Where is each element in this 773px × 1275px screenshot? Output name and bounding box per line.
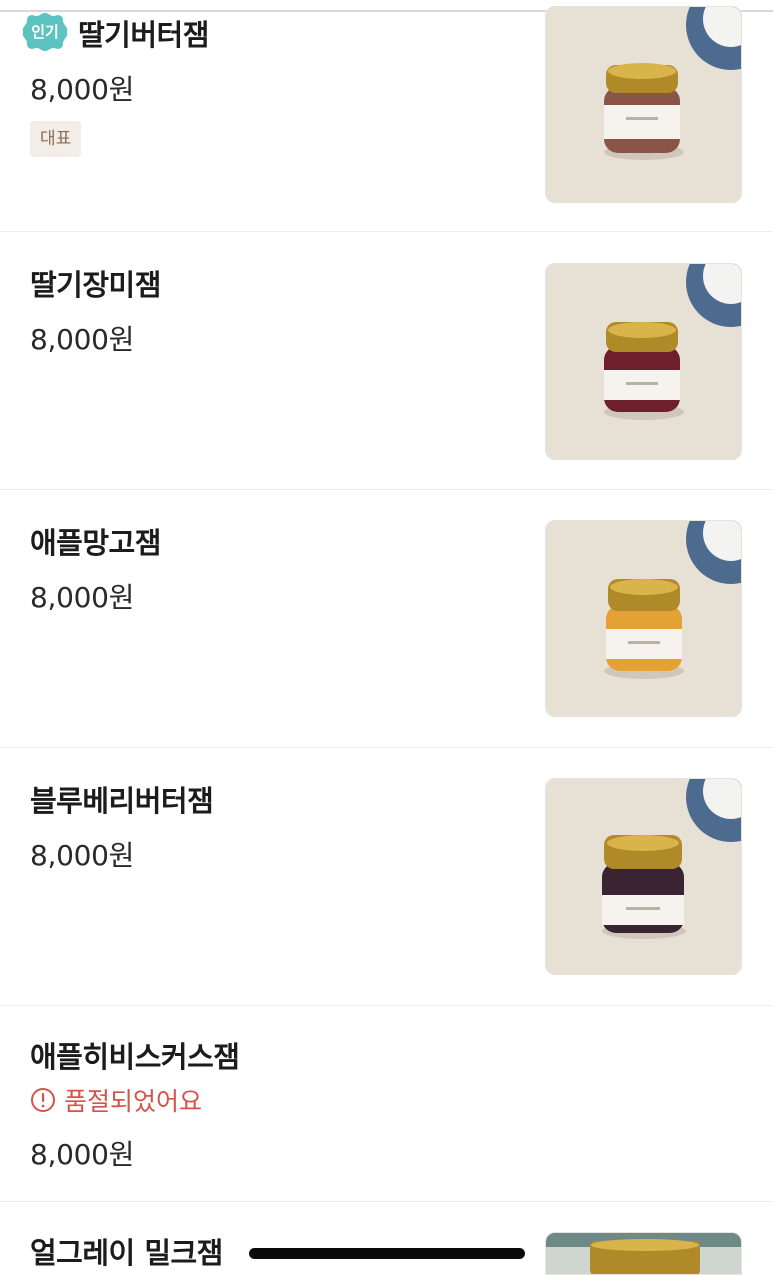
jam-jar-image bbox=[546, 779, 741, 974]
menu-item[interactable]: 애플히비스커스잼 품절되었어요 8,000원 bbox=[0, 1006, 773, 1202]
popular-badge-label: 인기 bbox=[31, 23, 59, 41]
menu-item[interactable]: 딸기장미잼 8,000원 bbox=[0, 232, 773, 490]
menu-item[interactable]: 블루베리버터잼 8,000원 bbox=[0, 748, 773, 1006]
item-thumbnail[interactable] bbox=[545, 263, 742, 460]
item-price: 8,000원 bbox=[30, 73, 135, 106]
popular-badge: 인기 bbox=[22, 12, 68, 52]
jam-jar-image bbox=[546, 264, 741, 459]
sold-out-label: 품절되었어요 bbox=[64, 1087, 203, 1116]
jam-jar-image bbox=[546, 521, 741, 716]
item-price: 8,000원 bbox=[30, 581, 135, 614]
item-name: 애플히비스커스잼 bbox=[30, 1040, 240, 1074]
alert-circle-icon bbox=[31, 1088, 55, 1112]
item-price: 8,000원 bbox=[30, 323, 135, 356]
menu-item[interactable]: 애플망고잼 8,000원 bbox=[0, 490, 773, 748]
item-thumbnail[interactable] bbox=[545, 520, 742, 717]
item-thumbnail[interactable] bbox=[545, 778, 742, 975]
sold-out-status: 품절되었어요 bbox=[30, 1082, 202, 1118]
item-name: 얼그레이 밀크잼 bbox=[30, 1236, 223, 1270]
item-name: 딸기버터잼 bbox=[78, 18, 209, 52]
menu-item[interactable]: 얼그레이 밀크잼 bbox=[0, 1202, 773, 1275]
item-thumbnail[interactable] bbox=[545, 6, 742, 203]
item-name: 딸기장미잼 bbox=[30, 268, 161, 302]
item-name: 블루베리버터잼 bbox=[30, 784, 214, 818]
home-indicator[interactable] bbox=[249, 1248, 525, 1259]
item-thumbnail[interactable] bbox=[545, 1232, 742, 1275]
jam-jar-image bbox=[546, 7, 741, 202]
signature-tag: 대표 bbox=[30, 121, 82, 157]
item-price: 8,000원 bbox=[30, 839, 135, 872]
jam-jar-image bbox=[546, 1233, 741, 1274]
item-name: 애플망고잼 bbox=[30, 526, 161, 560]
item-price: 8,000원 bbox=[30, 1138, 135, 1171]
menu-item[interactable]: 인기 딸기버터잼 8,000원 대표 bbox=[0, 0, 773, 232]
